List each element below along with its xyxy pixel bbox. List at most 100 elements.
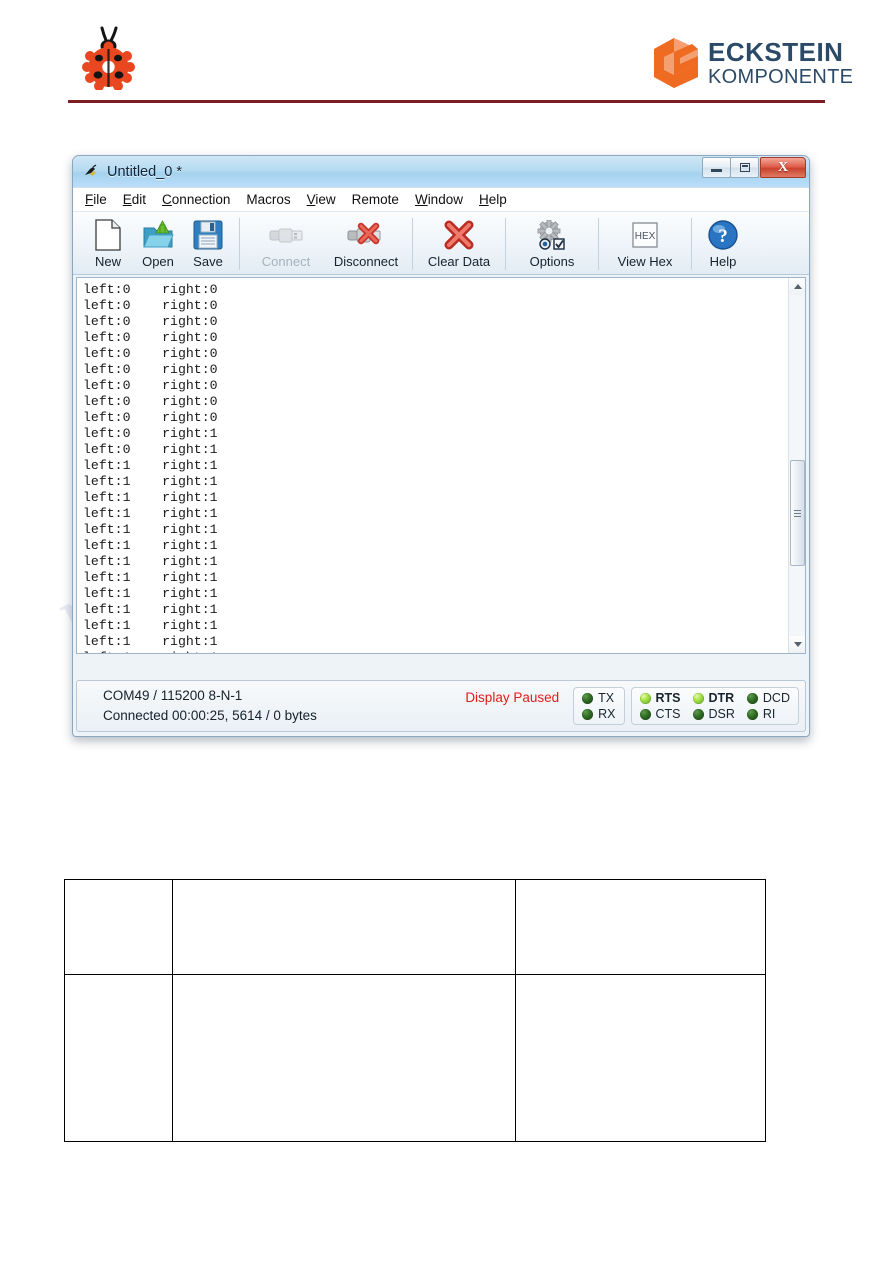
svg-text:?: ? (718, 226, 728, 247)
toolbar-label-help: Help (709, 254, 737, 269)
toolbar: New Open Save Connect Disconnect Clear D… (73, 212, 809, 275)
toolbar-separator (505, 218, 506, 270)
maximize-icon (739, 163, 750, 172)
terminal-line: left:0 right:0 (83, 346, 218, 361)
menu-item-window[interactable]: Window (415, 192, 463, 207)
eckstein-mark-icon (652, 37, 700, 89)
terminal-line: left:1 right:1 (83, 634, 218, 649)
menu-item-file[interactable]: File (85, 192, 107, 207)
dtr-led-icon (692, 692, 704, 704)
header-divider-rule (68, 100, 825, 103)
eckstein-komponente-logo: ECKSTEIN KOMPONENTE (652, 34, 853, 92)
maximize-button[interactable] (730, 157, 759, 178)
led-label-rx: RX (598, 707, 616, 721)
scroll-up-arrow-icon[interactable] (789, 278, 805, 295)
terminal-line: left:1 right:1 (83, 650, 787, 653)
rts-led-icon (639, 692, 651, 704)
toolbar-button-clear-data[interactable]: Clear Data (421, 216, 497, 269)
table-cell (64, 974, 173, 1142)
toolbar-label-open: Open (142, 254, 174, 269)
eckstein-logo-line2: KOMPONENTE (708, 66, 854, 88)
menu-item-connection[interactable]: Connection (162, 192, 230, 207)
toolbar-button-connect[interactable]: Connect (248, 216, 324, 269)
status-bar: COM49 / 115200 8-N-1 Connected 00:00:25,… (76, 680, 806, 732)
rx-led-icon (582, 708, 594, 720)
toolbar-button-disconnect[interactable]: Disconnect (328, 216, 404, 269)
scroll-thumb-grip-icon (794, 508, 801, 519)
menu-item-edit[interactable]: Edit (123, 192, 146, 207)
ri-led-icon (746, 708, 758, 720)
terminal-output-panel: left:0 right:0 left:0 right:0 left:0 right… (76, 277, 806, 654)
terminal-line: left:0 right:0 (83, 410, 218, 425)
toolbar-button-new[interactable]: New (85, 216, 131, 269)
table-cell (515, 974, 766, 1142)
window-title: Untitled_0 * (107, 163, 182, 180)
terminal-text[interactable]: left:0 right:0 left:0 right:0 left:0 right… (77, 278, 787, 653)
menu-item-macros[interactable]: Macros (246, 192, 290, 207)
eckstein-logo-line1: ECKSTEIN (708, 37, 844, 67)
close-button[interactable]: X (760, 157, 806, 178)
table-cell (64, 879, 173, 975)
toolbar-separator (412, 218, 413, 270)
terminal-line: left:1 right:1 (83, 618, 218, 633)
terminal-line: left:1 right:1 (83, 474, 218, 489)
toolbar-button-open[interactable]: Open (135, 216, 181, 269)
terminal-line: left:1 right:1 (83, 602, 218, 617)
terminal-line: left:0 right:0 (83, 362, 218, 377)
terminal-line: left:1 right:1 (83, 586, 218, 601)
menu-item-help[interactable]: Help (479, 192, 507, 207)
tx-led-icon (582, 692, 594, 704)
status-bar-info: COM49 / 115200 8-N-1 Connected 00:00:25,… (77, 686, 573, 726)
toolbar-label-connect: Connect (261, 254, 311, 269)
window-titlebar[interactable]: Untitled_0 * X (73, 156, 809, 188)
window-controls: X (702, 157, 806, 178)
moth-icon (82, 163, 100, 181)
led-label-dcd: DCD (762, 691, 790, 705)
floppy-save-icon (193, 219, 223, 251)
toolbar-separator (598, 218, 599, 270)
keyestudio-ladybug-logo (80, 24, 136, 91)
toolbar-button-help[interactable]: ? Help (700, 216, 746, 269)
menu-bar: File Edit Connection Macros View Remote … (73, 188, 809, 212)
usb-plug-x-icon (346, 219, 386, 251)
scroll-down-arrow-icon[interactable] (789, 636, 805, 653)
led-indicator-dcd: DCD (746, 691, 790, 705)
terminal-line: left:1 right:1 (83, 522, 218, 537)
svg-text:HEX: HEX (635, 231, 656, 242)
terminal-line: left:0 right:0 (83, 330, 218, 345)
led-indicator-dtr: DTR (692, 691, 735, 705)
toolbar-label-disconnect: Disconnect (333, 254, 399, 269)
toolbar-label-options: Options (529, 254, 575, 269)
toolbar-label-view-hex: View Hex (617, 254, 673, 269)
open-folder-icon (142, 219, 174, 251)
docklight-terminal-window: Untitled_0 * X File Edit Connection Macr… (72, 155, 810, 737)
toolbar-button-save[interactable]: Save (185, 216, 231, 269)
table-cell (172, 879, 516, 975)
terminal-line: left:0 right:0 (83, 378, 218, 393)
toolbar-label-clear-data: Clear Data (427, 254, 491, 269)
led-indicator-dsr: DSR (692, 707, 735, 721)
led-label-rts: RTS (655, 691, 681, 705)
content-table (64, 879, 766, 1142)
menu-item-remote[interactable]: Remote (352, 192, 399, 207)
toolbar-button-view-hex[interactable]: HEX View Hex (607, 216, 683, 269)
led-label-ri: RI (762, 707, 776, 721)
toolbar-separator (691, 218, 692, 270)
status-connection-line: Connected 00:00:25, 5614 / 0 bytes (103, 708, 317, 723)
led-label-cts: CTS (655, 707, 681, 721)
led-label-dsr: DSR (708, 707, 735, 721)
close-icon: X (777, 159, 789, 175)
minimize-button[interactable] (702, 157, 731, 178)
terminal-vertical-scrollbar[interactable] (788, 278, 805, 653)
toolbar-button-options[interactable]: Options (514, 216, 590, 269)
menu-item-view[interactable]: View (307, 192, 336, 207)
terminal-line: left:1 right:1 (83, 554, 218, 569)
table-cell (172, 974, 516, 1142)
minimize-icon (711, 169, 722, 172)
cts-led-icon (639, 708, 651, 720)
terminal-line: left:0 right:1 (83, 426, 218, 441)
scroll-thumb[interactable] (790, 460, 805, 566)
led-label-dtr: DTR (708, 691, 735, 705)
dcd-led-icon (746, 692, 758, 704)
led-group-signals: RTS DTR DCD CTS DSR RI (630, 687, 799, 725)
